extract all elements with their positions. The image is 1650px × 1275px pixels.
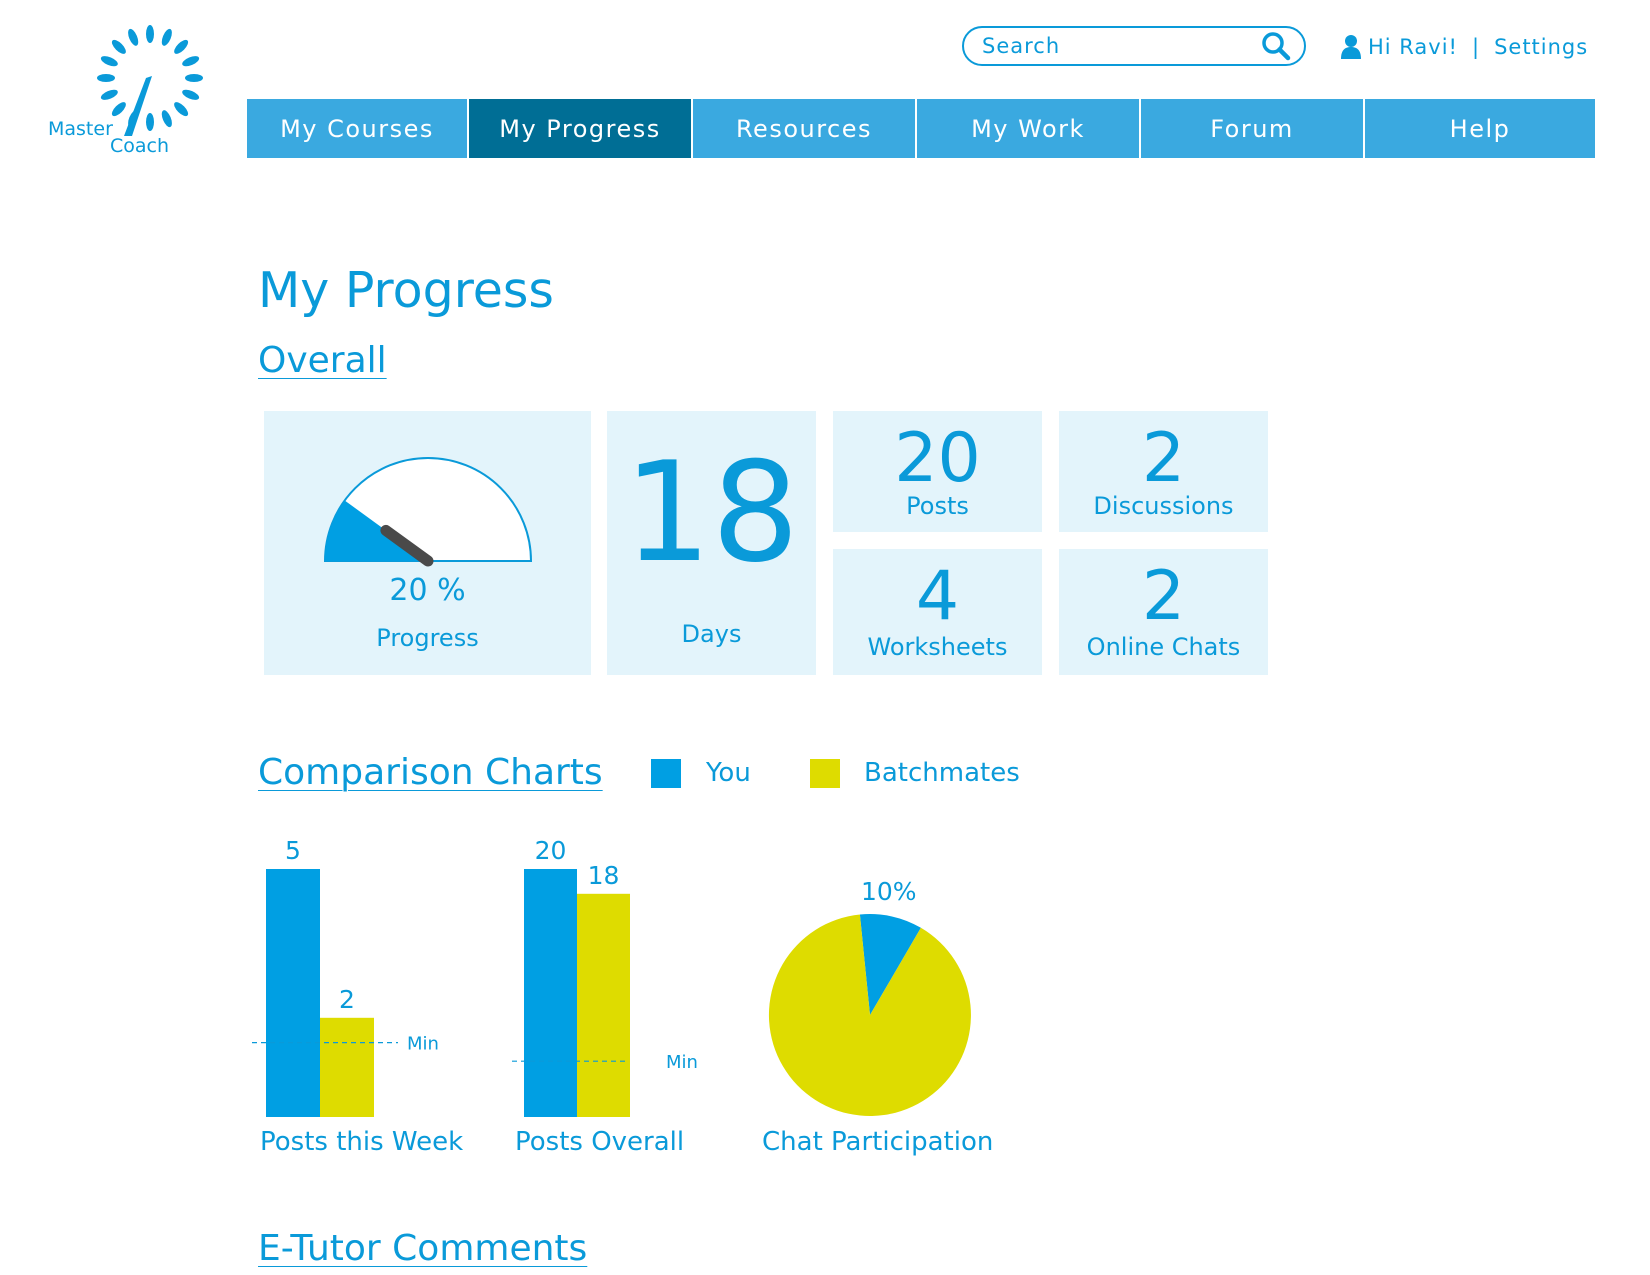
search-box xyxy=(962,26,1306,66)
online-chats-tile: 2 Online Chats xyxy=(1059,549,1268,675)
nav-item-resources[interactable]: Resources xyxy=(693,99,917,158)
master-coach-logo[interactable]: Master Coach xyxy=(40,20,220,170)
nav-item-my-courses[interactable]: My Courses xyxy=(247,99,469,158)
logo-text-coach: Coach xyxy=(110,135,170,157)
pie-slice-batchmates xyxy=(768,914,971,1116)
progress-value: 20 % xyxy=(389,573,466,608)
progress-tile: 20 % Progress xyxy=(264,411,591,675)
worksheets-label: Worksheets xyxy=(867,633,1008,661)
days-label: Days xyxy=(681,620,742,648)
posts-tile: 20 Posts xyxy=(833,411,1042,532)
worksheets-tile: 4 Worksheets xyxy=(833,549,1042,675)
settings-link[interactable]: Settings xyxy=(1494,35,1588,59)
worksheets-value: 4 xyxy=(915,557,960,636)
bar-value-label-you-chart-1: 5 xyxy=(285,836,301,865)
etutor-comments-heading[interactable]: E-Tutor Comments xyxy=(258,1228,587,1269)
legend-swatch-batchmates xyxy=(810,759,840,788)
search-input[interactable] xyxy=(980,33,1260,59)
bar-batchmates-chart-2 xyxy=(577,893,630,1117)
days-tile: 18 Days xyxy=(607,411,816,675)
nav-item-my-progress[interactable]: My Progress xyxy=(469,99,693,158)
bar-value-label-you-chart-2: 20 xyxy=(535,836,567,865)
posts-value: 20 xyxy=(894,419,981,498)
progress-label: Progress xyxy=(376,624,479,652)
days-value: 18 xyxy=(623,432,800,593)
discussions-tile: 2 Discussions xyxy=(1059,411,1268,532)
pie-label-you: 10% xyxy=(861,877,917,906)
legend-label-you: You xyxy=(706,758,751,788)
bar-you-chart-1 xyxy=(266,869,320,1117)
nav-item-my-work[interactable]: My Work xyxy=(917,99,1141,158)
bar-value-label-batchmates-chart-1: 2 xyxy=(339,985,355,1014)
logo-text-master: Master xyxy=(48,118,113,140)
bar-batchmates-chart-1 xyxy=(320,1017,374,1117)
nav-item-forum[interactable]: Forum xyxy=(1141,99,1365,158)
discussions-label: Discussions xyxy=(1093,492,1234,520)
min-label-chart-2: Min xyxy=(666,1052,698,1073)
overall-heading[interactable]: Overall xyxy=(258,340,387,381)
user-area: Hi Ravi! | Settings xyxy=(1340,30,1588,64)
min-label-chart-1: Min xyxy=(407,1034,439,1055)
comparison-charts-heading[interactable]: Comparison Charts xyxy=(258,752,603,793)
posts-label: Posts xyxy=(906,492,969,520)
main-nav: My Courses My Progress Resources My Work… xyxy=(247,99,1595,158)
legend-swatch-you xyxy=(651,759,681,788)
chart-caption-posts-this-week: Posts this Week xyxy=(260,1127,464,1157)
online-chats-label: Online Chats xyxy=(1086,633,1241,661)
legend-label-batchmates: Batchmates xyxy=(864,758,1020,788)
pie-slice-you xyxy=(859,913,921,1015)
header-separator: | xyxy=(1471,35,1481,59)
chart-caption-chat-participation: Chat Participation xyxy=(762,1127,994,1157)
online-chats-value: 2 xyxy=(1141,557,1186,636)
search-icon[interactable] xyxy=(1260,30,1292,62)
bar-you-chart-2 xyxy=(524,869,577,1117)
page-title: My Progress xyxy=(258,262,554,319)
nav-item-help[interactable]: Help xyxy=(1365,99,1595,158)
user-icon xyxy=(1341,35,1361,59)
chart-caption-posts-overall: Posts Overall xyxy=(515,1127,685,1157)
user-greeting: Hi Ravi! xyxy=(1368,35,1458,59)
discussions-value: 2 xyxy=(1141,419,1186,498)
bar-value-label-batchmates-chart-2: 18 xyxy=(588,861,620,890)
comparison-charts: 5 2 Min 20 18 Min 10% xyxy=(252,836,971,1117)
